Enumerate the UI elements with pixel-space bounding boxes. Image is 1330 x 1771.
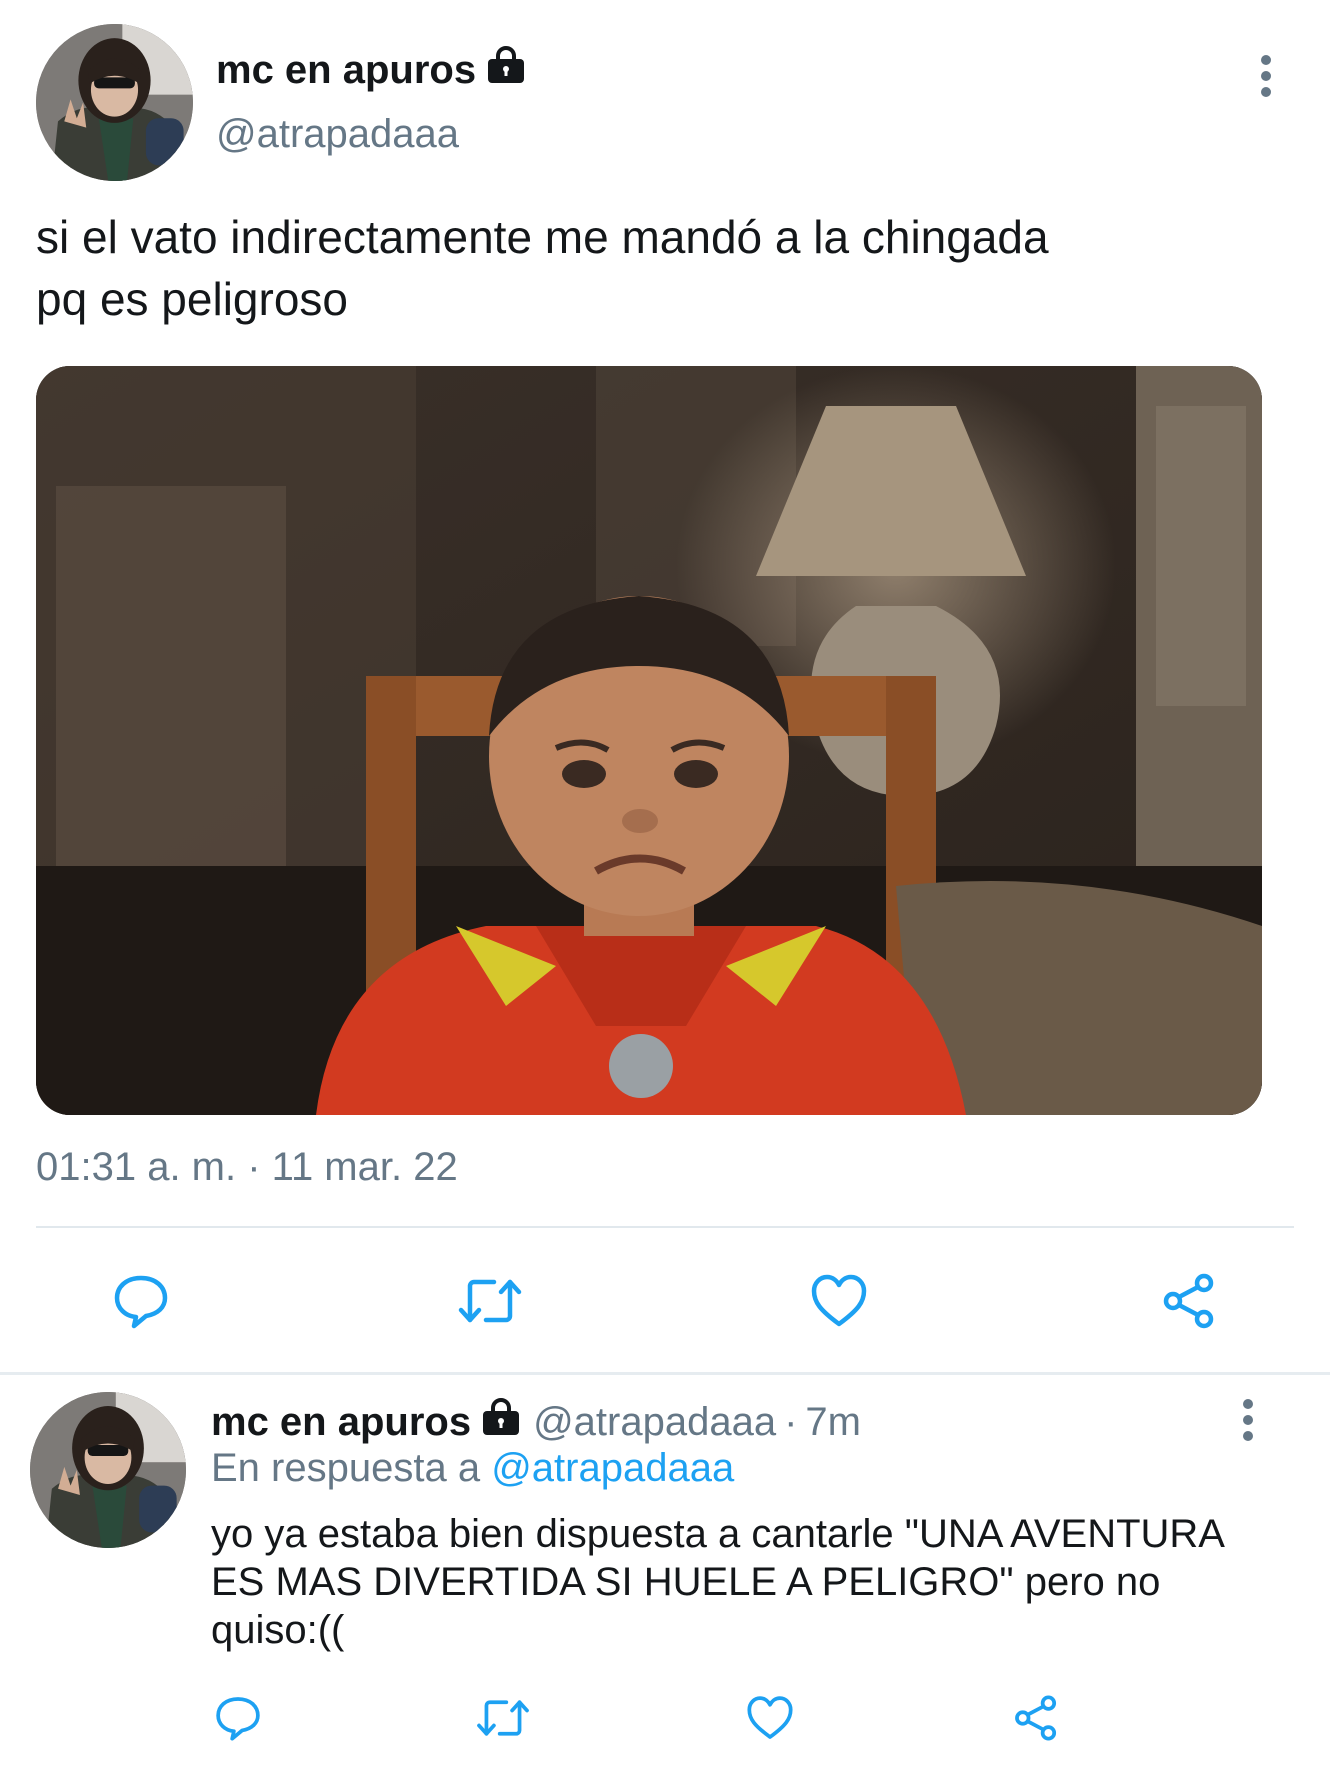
reply-display-name[interactable]: mc en apuros xyxy=(211,1400,471,1445)
like-button[interactable] xyxy=(810,1272,868,1330)
reply-icon xyxy=(114,1275,168,1329)
reply-text: yo ya estaba bien dispuesta a cantarle "… xyxy=(211,1510,1225,1654)
tweet-timestamp[interactable]: 01:31 a. m. · 11 mar. 22 xyxy=(36,1145,458,1190)
reply-share-button[interactable] xyxy=(1012,1694,1060,1742)
reply-avatar[interactable] xyxy=(30,1392,186,1548)
avatar-photo xyxy=(30,1392,186,1548)
in-reply-to: En respuesta a @atrapadaaa xyxy=(211,1446,734,1491)
reply-text-line: yo ya estaba bien dispuesta a cantarle "… xyxy=(211,1512,1225,1556)
reply-retweet-button[interactable] xyxy=(474,1694,532,1742)
avatar-photo xyxy=(36,24,193,181)
reply-text-line: quiso:(( xyxy=(211,1608,345,1652)
reply-button[interactable] xyxy=(112,1272,170,1330)
display-name[interactable]: mc en apuros xyxy=(216,48,476,93)
retweet-button[interactable] xyxy=(456,1272,524,1330)
like-icon xyxy=(747,1696,793,1739)
in-reply-to-label: En respuesta a xyxy=(211,1446,481,1490)
retweet-icon xyxy=(458,1279,522,1323)
lock-icon xyxy=(486,46,526,94)
retweet-icon xyxy=(477,1700,529,1736)
more-options-icon[interactable] xyxy=(1252,54,1280,100)
reply-time-ago[interactable]: 7m xyxy=(805,1400,861,1445)
boy-crying-photo xyxy=(36,366,1262,1115)
share-icon xyxy=(1015,1695,1057,1741)
user-handle[interactable]: @atrapadaaa xyxy=(216,112,459,157)
tweet-text: si el vato indirectamente me mandó a la … xyxy=(36,206,1049,330)
author-name-row: mc en apuros xyxy=(216,46,526,94)
reply-reply-button[interactable] xyxy=(214,1694,262,1742)
reply-text-line: ES MAS DIVERTIDA SI HUELE A PELIGRO" per… xyxy=(211,1560,1161,1604)
reply-author-row: mc en apuros @atrapadaaa · 7m xyxy=(211,1398,861,1446)
meta-separator: · xyxy=(784,1399,798,1444)
lock-icon xyxy=(481,1398,521,1446)
section-divider xyxy=(0,1372,1330,1375)
share-icon xyxy=(1163,1273,1214,1329)
divider xyxy=(36,1226,1294,1228)
reply-user-handle[interactable]: @atrapadaaa xyxy=(533,1400,776,1445)
reply-like-button[interactable] xyxy=(746,1694,794,1742)
tweet-text-line: pq es peligroso xyxy=(36,273,348,325)
tweet-text-line: si el vato indirectamente me mandó a la … xyxy=(36,211,1049,263)
share-button[interactable] xyxy=(1160,1272,1218,1330)
reply-icon xyxy=(216,1697,260,1741)
in-reply-to-mention[interactable]: @atrapadaaa xyxy=(491,1446,734,1490)
avatar[interactable] xyxy=(36,24,193,181)
tweet-media-image[interactable] xyxy=(36,366,1262,1115)
like-icon xyxy=(811,1274,867,1327)
reply-more-options-icon[interactable] xyxy=(1234,1398,1262,1444)
